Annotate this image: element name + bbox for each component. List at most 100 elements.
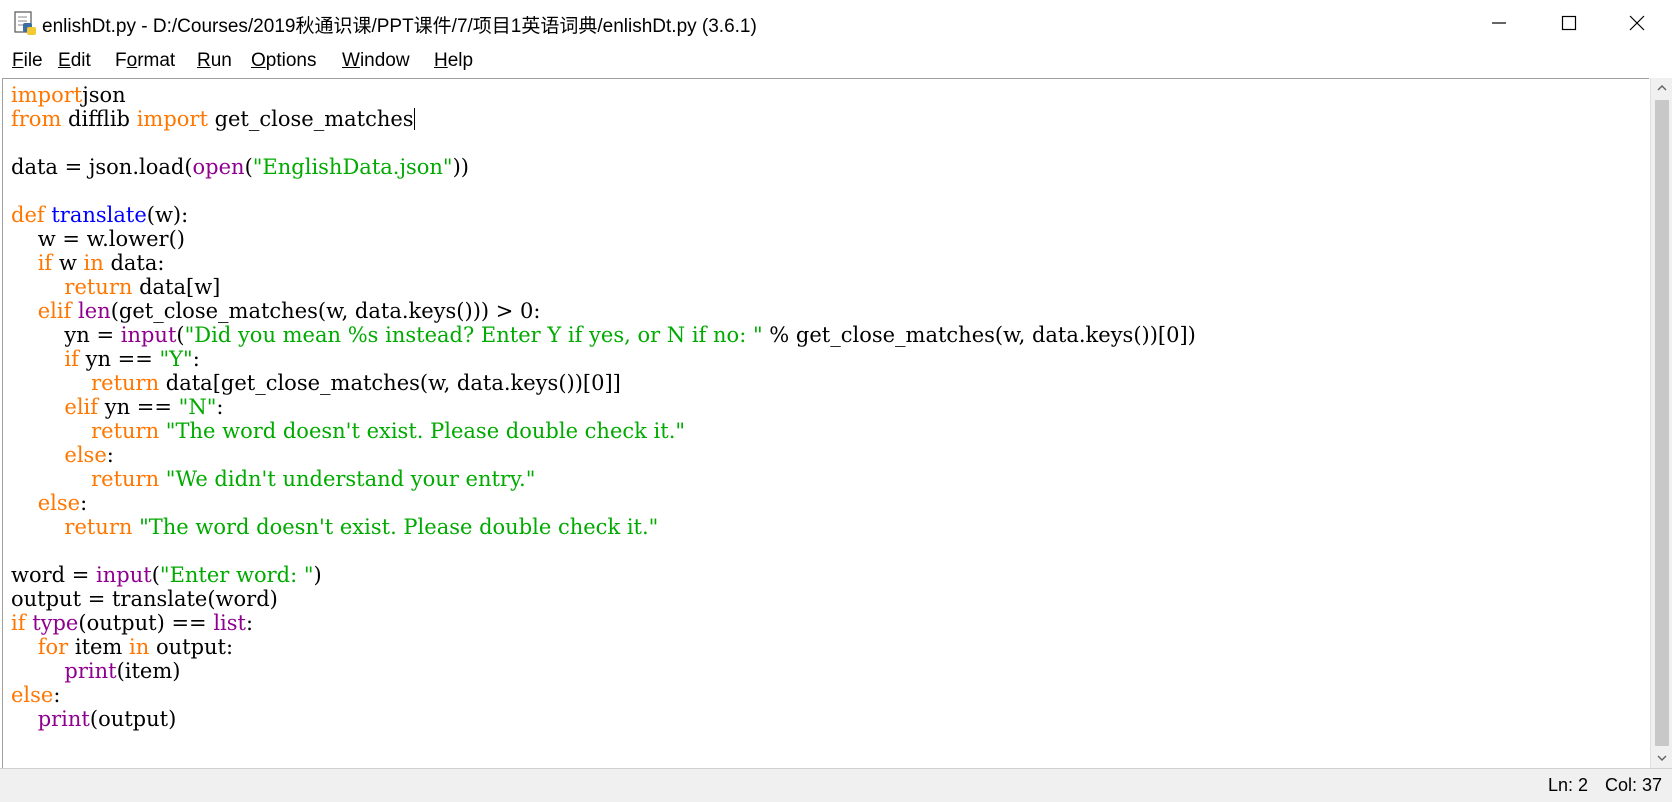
text-cursor [413, 108, 415, 130]
code-token: output = translate(word) [11, 587, 278, 611]
code-line[interactable]: print(item) [11, 659, 1196, 683]
code-line[interactable]: if w in data: [11, 251, 1196, 275]
code-line[interactable]: elif len(get_close_matches(w, data.keys(… [11, 299, 1196, 323]
code-token: else [64, 443, 107, 467]
code-token: return [91, 419, 160, 443]
code-line[interactable]: yn = input("Did you mean %s instead? Ent… [11, 323, 1196, 347]
code-token: for [37, 635, 69, 659]
code-line[interactable]: return data[get_close_matches(w, data.ke… [11, 371, 1196, 395]
code-token: open [192, 155, 245, 179]
code-token: data[w] [132, 275, 221, 299]
code-token: yn = [11, 323, 121, 347]
code-line[interactable]: output = translate(word) [11, 587, 1196, 611]
code-line[interactable]: w = w.lower() [11, 227, 1196, 251]
code-line[interactable]: if type(output) == list: [11, 611, 1196, 635]
menu-help[interactable]: Help [432, 50, 475, 72]
code-line[interactable]: print(output) [11, 707, 1196, 731]
code-token: else [11, 683, 54, 707]
code-token: if [11, 611, 26, 635]
code-line[interactable]: return data[w] [11, 275, 1196, 299]
code-line[interactable] [11, 539, 1196, 563]
menu-format[interactable]: Format [113, 50, 177, 72]
code-token: in [129, 635, 150, 659]
menu-run[interactable]: Run [195, 50, 234, 72]
code-token: return [91, 371, 160, 395]
window-title: enlishDt.py - D:/Courses/2019秋通识课/PPT课件/… [42, 16, 757, 37]
code-token: len [78, 299, 111, 323]
code-token: (get_close_matches(w, data.keys())) > 0: [110, 299, 541, 323]
chevron-up-icon [1657, 85, 1667, 91]
code-text[interactable]: importjson from difflib import get_close_… [11, 83, 1196, 731]
code-line[interactable]: data = json.load(open("EnglishData.json"… [11, 155, 1196, 179]
code-editor[interactable]: importjson from difflib import get_close_… [2, 78, 1649, 769]
code-token: translate [51, 203, 147, 227]
code-line[interactable]: return "The word doesn't exist. Please d… [11, 515, 1196, 539]
status-line: Ln: 2 [1548, 775, 1589, 795]
code-line[interactable]: elif yn == "N": [11, 395, 1196, 419]
menu-file[interactable]: File [10, 50, 45, 72]
code-line[interactable]: importjson [11, 83, 1196, 107]
code-line[interactable]: else: [11, 491, 1196, 515]
code-token: (output) [89, 707, 177, 731]
code-token: "The word doesn't exist. Please double c… [165, 419, 686, 443]
code-token: if [64, 347, 79, 371]
code-token: if [37, 251, 53, 275]
code-token: : [106, 443, 114, 467]
minimize-button[interactable] [1464, 0, 1534, 46]
code-line[interactable]: else: [11, 443, 1196, 467]
scroll-up-button[interactable] [1651, 78, 1672, 98]
status-column: Col: 37 [1605, 775, 1663, 795]
vertical-scrollbar[interactable] [1650, 78, 1672, 768]
code-line[interactable]: return "The word doesn't exist. Please d… [11, 419, 1196, 443]
maximize-button[interactable] [1534, 0, 1604, 46]
code-line[interactable]: from difflib import get_close_matches [11, 107, 1196, 131]
code-line[interactable]: if yn == "Y": [11, 347, 1196, 371]
code-token: def [11, 203, 45, 227]
code-token: list [213, 611, 246, 635]
code-line[interactable]: for item in output: [11, 635, 1196, 659]
close-button[interactable] [1602, 0, 1672, 46]
code-token: print [64, 659, 117, 683]
code-token: w = w.lower() [11, 227, 185, 251]
code-token: (item) [116, 659, 181, 683]
code-token: : [53, 683, 61, 707]
code-token: (output) == [78, 611, 214, 635]
menu-edit[interactable]: Edit [56, 50, 93, 72]
code-line[interactable]: def translate(w): [11, 203, 1196, 227]
code-line[interactable] [11, 131, 1196, 155]
code-line[interactable]: return "We didn't understand your entry.… [11, 467, 1196, 491]
code-token: ) [313, 563, 322, 587]
code-token: ( [244, 155, 253, 179]
code-token: % get_close_matches(w, data.keys())[0]) [762, 323, 1196, 347]
code-line[interactable]: word = input("Enter word: ") [11, 563, 1196, 587]
code-token: "Enter word: " [159, 563, 314, 587]
chevron-down-icon [1657, 755, 1667, 761]
maximize-icon [1561, 15, 1577, 31]
code-line[interactable]: else: [11, 683, 1196, 707]
code-token: data[get_close_matches(w, data.keys())[0… [159, 371, 621, 395]
code-token: return [91, 467, 160, 491]
code-token: print [37, 707, 90, 731]
close-icon [1629, 15, 1645, 31]
code-token: ( [176, 323, 185, 347]
code-token: : [80, 491, 88, 515]
code-line[interactable] [11, 179, 1196, 203]
menu-window[interactable]: Window [340, 50, 412, 72]
code-token: elif [64, 395, 99, 419]
code-token: output: [149, 635, 234, 659]
code-token: elif [37, 299, 72, 323]
scroll-down-button[interactable] [1651, 748, 1672, 768]
code-token: item [68, 635, 130, 659]
scroll-thumb[interactable] [1655, 100, 1669, 746]
menu-options[interactable]: Options [249, 50, 318, 72]
